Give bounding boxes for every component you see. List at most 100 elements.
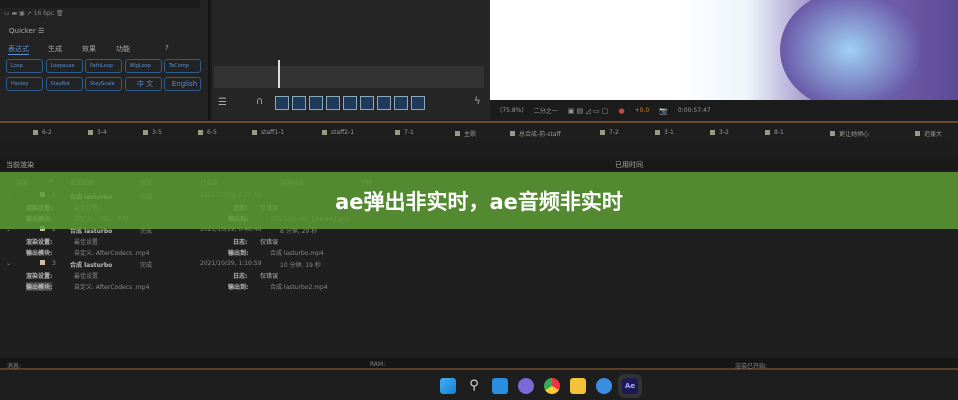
ease-curve-preset-icon[interactable] [377, 96, 391, 110]
ease-curve-preset-icon[interactable] [394, 96, 408, 110]
comp-name[interactable]: 合成 lasturbo [70, 260, 112, 269]
tab-2[interactable]: 效果 [82, 44, 96, 54]
bpc-button[interactable]: 16 bpc [34, 10, 54, 17]
label-color-swatch [915, 131, 920, 136]
expand-chevron[interactable]: ⌄ [6, 260, 11, 267]
output-to-value[interactable]: 合成 lasturbo2.mp4 [270, 282, 328, 291]
ease-curve-preset-icon[interactable] [309, 96, 323, 110]
label-color-swatch [198, 130, 203, 135]
current-render-toggle[interactable]: 当前渲染 [6, 160, 34, 170]
quicker-button-0[interactable]: Loop [6, 59, 43, 73]
zoom-dropdown[interactable]: (75.8%) [500, 107, 524, 114]
output-module-label[interactable]: 输出模块: [26, 282, 53, 291]
composition-preview[interactable] [490, 0, 958, 100]
comp-tab-label: 6-2 [42, 129, 52, 136]
menu-icon[interactable]: ☰ [218, 97, 227, 108]
ease-icon[interactable]: ∩ [256, 96, 263, 107]
comp-tab-label: 8-1 [774, 129, 784, 136]
ease-curve-preset-icon[interactable] [343, 96, 357, 110]
quicker-button-9[interactable]: English [164, 77, 201, 91]
comp-tab[interactable]: 更让她倾心 [830, 129, 869, 138]
comp-tab[interactable]: 3-5 [143, 129, 162, 136]
comp-tab[interactable]: 6-5 [198, 129, 217, 136]
quicker-button-8[interactable]: 中 文 [124, 77, 162, 91]
camera-icon[interactable]: 📷 [659, 107, 668, 115]
label-color-swatch [252, 130, 257, 135]
quicker-button-4[interactable]: ToComp [164, 59, 201, 73]
comp-tab[interactable]: 主歌 [455, 129, 476, 138]
phone-link-icon[interactable] [596, 378, 612, 394]
project-toolbar: ▭ ▬ ▣ ➚ 16 bpc 🗑 [4, 10, 64, 17]
label-color-swatch [710, 130, 715, 135]
output-module-label[interactable]: 输出模块: [26, 248, 52, 257]
composition-tabs: 6-2 3-4 3-5 6-5 staff1-1 staff2-1 7-1 主歌 总合成-前-s… [0, 121, 958, 141]
quicker-button-7[interactable]: StayScale [85, 77, 122, 91]
quicker-button-2[interactable]: PathLoop [85, 59, 122, 73]
quicker-button-6[interactable]: StayRot [45, 77, 83, 91]
ease-curve-preset-icon[interactable] [360, 96, 374, 110]
tab-1[interactable]: 生成 [48, 44, 62, 54]
render-settings-label[interactable]: 渲染设置: [26, 237, 52, 246]
label-color-swatch [455, 131, 460, 136]
widgets-icon[interactable] [492, 378, 508, 394]
comp-tab-label: 7-2 [609, 129, 619, 136]
tab-4[interactable]: ? [165, 44, 169, 52]
banner-text: ae弹出非实时，ae音频非实时 [335, 189, 623, 214]
render-settings-value[interactable]: 最佳设置 [74, 271, 98, 280]
teams-chat-icon[interactable] [518, 378, 534, 394]
output-to-value[interactable]: 合成 lasturbo.mp4 [270, 248, 324, 257]
timeline-ruler[interactable] [214, 66, 484, 88]
ease-curve-preset-icon[interactable] [411, 96, 425, 110]
log-dropdown[interactable]: 仅错误 [260, 271, 325, 280]
output-to-label: 输出到: [228, 250, 249, 257]
comp-tab-label: staff2-1 [331, 129, 355, 136]
comp-tab[interactable]: 3-4 [88, 129, 107, 136]
comp-tab[interactable]: staff1-1 [252, 129, 284, 136]
comp-tab[interactable]: 总合成-前-staff [510, 129, 561, 138]
output-module-value[interactable]: 自定义: AfterCodecs .mp4 [74, 248, 149, 257]
render-queue-header: 当前渲染 已用时间 [0, 158, 958, 170]
comp-tab[interactable]: staff2-1 [322, 129, 354, 136]
comp-tab[interactable]: 8-1 [765, 129, 784, 136]
preview-artwork [780, 0, 920, 100]
ease-curve-preset-icon[interactable] [326, 96, 340, 110]
comp-tab[interactable]: 7-1 [395, 129, 414, 136]
tab-3[interactable]: 功能 [116, 44, 130, 54]
comp-tab-label: 更让她倾心 [839, 131, 870, 138]
lightning-icon[interactable]: ϟ [474, 96, 481, 107]
log-label: 日志: [233, 273, 248, 280]
output-module-value[interactable]: 自定义: AfterCodecs .mp4 [74, 282, 149, 291]
playhead[interactable] [278, 60, 280, 88]
render-settings-label[interactable]: 渲染设置: [26, 271, 52, 280]
comp-tab-label: staff1-1 [261, 129, 285, 136]
file-explorer-icon[interactable] [570, 378, 586, 394]
ease-curve-preset-icon[interactable] [292, 96, 306, 110]
resolution-dropdown[interactable]: 二分之一 [534, 106, 558, 115]
graph-editor[interactable]: ☰ ∩ ϟ [212, 0, 490, 120]
comp-tab[interactable]: 3-2 [710, 129, 729, 136]
tab-0[interactable]: 表达式 [8, 44, 29, 55]
render-started-label: 渲染已开始: [735, 363, 768, 370]
status-bar: 消息: RAM: 渲染已开始: [0, 358, 958, 370]
color-icon[interactable]: ● [619, 107, 625, 115]
comp-tab-label: 3-1 [664, 129, 674, 136]
ease-curve-preset-icon[interactable] [275, 96, 289, 110]
comp-tab[interactable]: 3-1 [655, 129, 674, 136]
chrome-icon[interactable] [544, 378, 560, 394]
exposure-value[interactable]: +0.0 [635, 107, 650, 114]
comp-tab[interactable]: 7-2 [600, 129, 619, 136]
log-dropdown[interactable]: 仅错误 [260, 237, 325, 246]
render-settings-value[interactable]: 最佳设置 [74, 237, 98, 246]
view-options-icons[interactable]: ▣ ▤ ◿ ▭ ▢ [568, 107, 609, 115]
search-icon[interactable]: ⚲ [466, 378, 482, 394]
comp-tab[interactable]: 6-2 [33, 129, 52, 136]
quicker-button-3[interactable]: WigLoop [124, 59, 162, 73]
quicker-button-1[interactable]: Loopause [45, 59, 83, 73]
comp-tab-label: 3-2 [719, 129, 729, 136]
viewer-toolbar: (75.8%) 二分之一 ▣ ▤ ◿ ▭ ▢ ● +0.0 📷 0:00:57:… [490, 100, 958, 121]
comp-tab[interactable]: 迟援大 [915, 129, 942, 138]
after-effects-icon[interactable]: Ae [618, 374, 642, 398]
project-list [0, 0, 200, 8]
quicker-button-5[interactable]: Hanley [6, 77, 43, 91]
windows-start-icon[interactable] [440, 378, 456, 394]
